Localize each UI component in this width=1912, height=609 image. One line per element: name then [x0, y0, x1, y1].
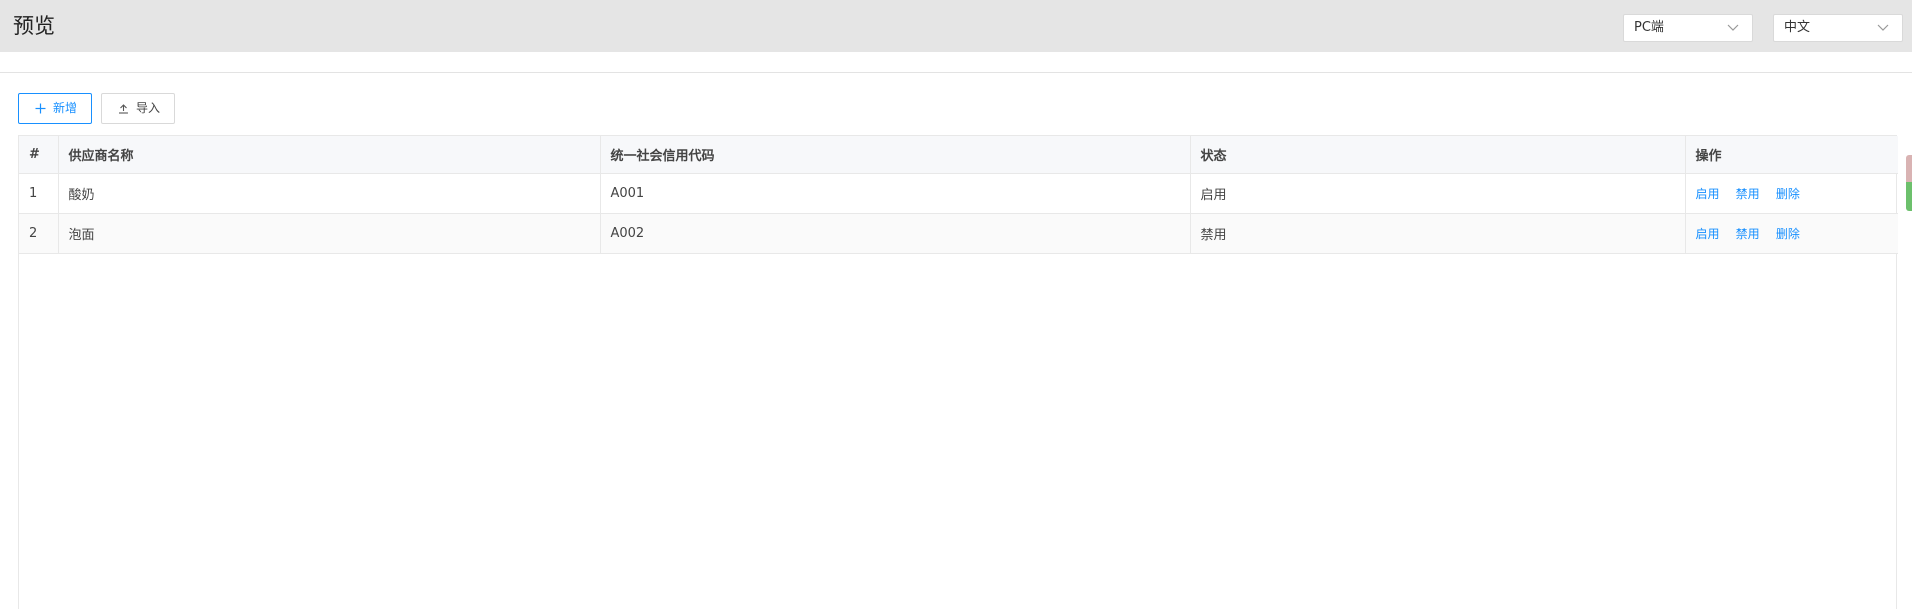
column-header-actions: 操作	[1685, 136, 1898, 174]
page-title: 预览	[13, 14, 55, 38]
row-index: 1	[19, 173, 59, 214]
row-actions: 启用 禁用 删除	[1685, 173, 1898, 214]
plus-icon	[35, 103, 46, 114]
column-header-code: 统一社会信用代码	[600, 136, 1191, 174]
import-button[interactable]: 导入	[101, 93, 175, 124]
platform-select[interactable]: PC端	[1623, 14, 1753, 42]
supplier-table: # 供应商名称 统一社会信用代码 状态 操作 1 酸奶 A001 启用 启用 禁…	[18, 135, 1898, 609]
supplier-name: 酸奶	[58, 173, 601, 214]
supplier-name: 泡面	[58, 213, 601, 254]
language-select-value: 中文	[1784, 20, 1811, 35]
table-row: 1 酸奶 A001 启用 启用 禁用 删除	[19, 173, 1898, 214]
language-select[interactable]: 中文	[1773, 14, 1903, 42]
row-actions: 启用 禁用 删除	[1685, 213, 1898, 254]
platform-select-value: PC端	[1634, 20, 1664, 35]
disable-link[interactable]: 禁用	[1736, 187, 1760, 201]
column-header-index: #	[19, 136, 59, 174]
side-tab[interactable]	[1906, 155, 1912, 211]
enable-link[interactable]: 启用	[1696, 187, 1720, 201]
table-header-row: # 供应商名称 统一社会信用代码 状态 操作	[19, 136, 1898, 174]
add-button[interactable]: 新增	[18, 93, 92, 124]
enable-link[interactable]: 启用	[1696, 227, 1720, 241]
disable-link[interactable]: 禁用	[1736, 227, 1760, 241]
import-button-label: 导入	[136, 101, 161, 115]
delete-link[interactable]: 删除	[1776, 227, 1800, 241]
credit-code: A001	[600, 173, 1191, 214]
status-text: 启用	[1190, 173, 1686, 214]
table-row: 2 泡面 A002 禁用 启用 禁用 删除	[19, 213, 1898, 254]
delete-link[interactable]: 删除	[1776, 187, 1800, 201]
status-text: 禁用	[1190, 213, 1686, 254]
chevron-down-icon	[1727, 24, 1739, 31]
column-header-status: 状态	[1190, 136, 1686, 174]
upload-icon	[119, 104, 128, 114]
credit-code: A002	[600, 213, 1191, 254]
chevron-down-icon	[1877, 24, 1889, 31]
row-index: 2	[19, 213, 59, 254]
add-button-label: 新增	[53, 101, 78, 115]
header-divider	[0, 72, 1912, 73]
column-header-name: 供应商名称	[58, 136, 601, 174]
top-bar: 预览 PC端 中文	[0, 0, 1912, 52]
